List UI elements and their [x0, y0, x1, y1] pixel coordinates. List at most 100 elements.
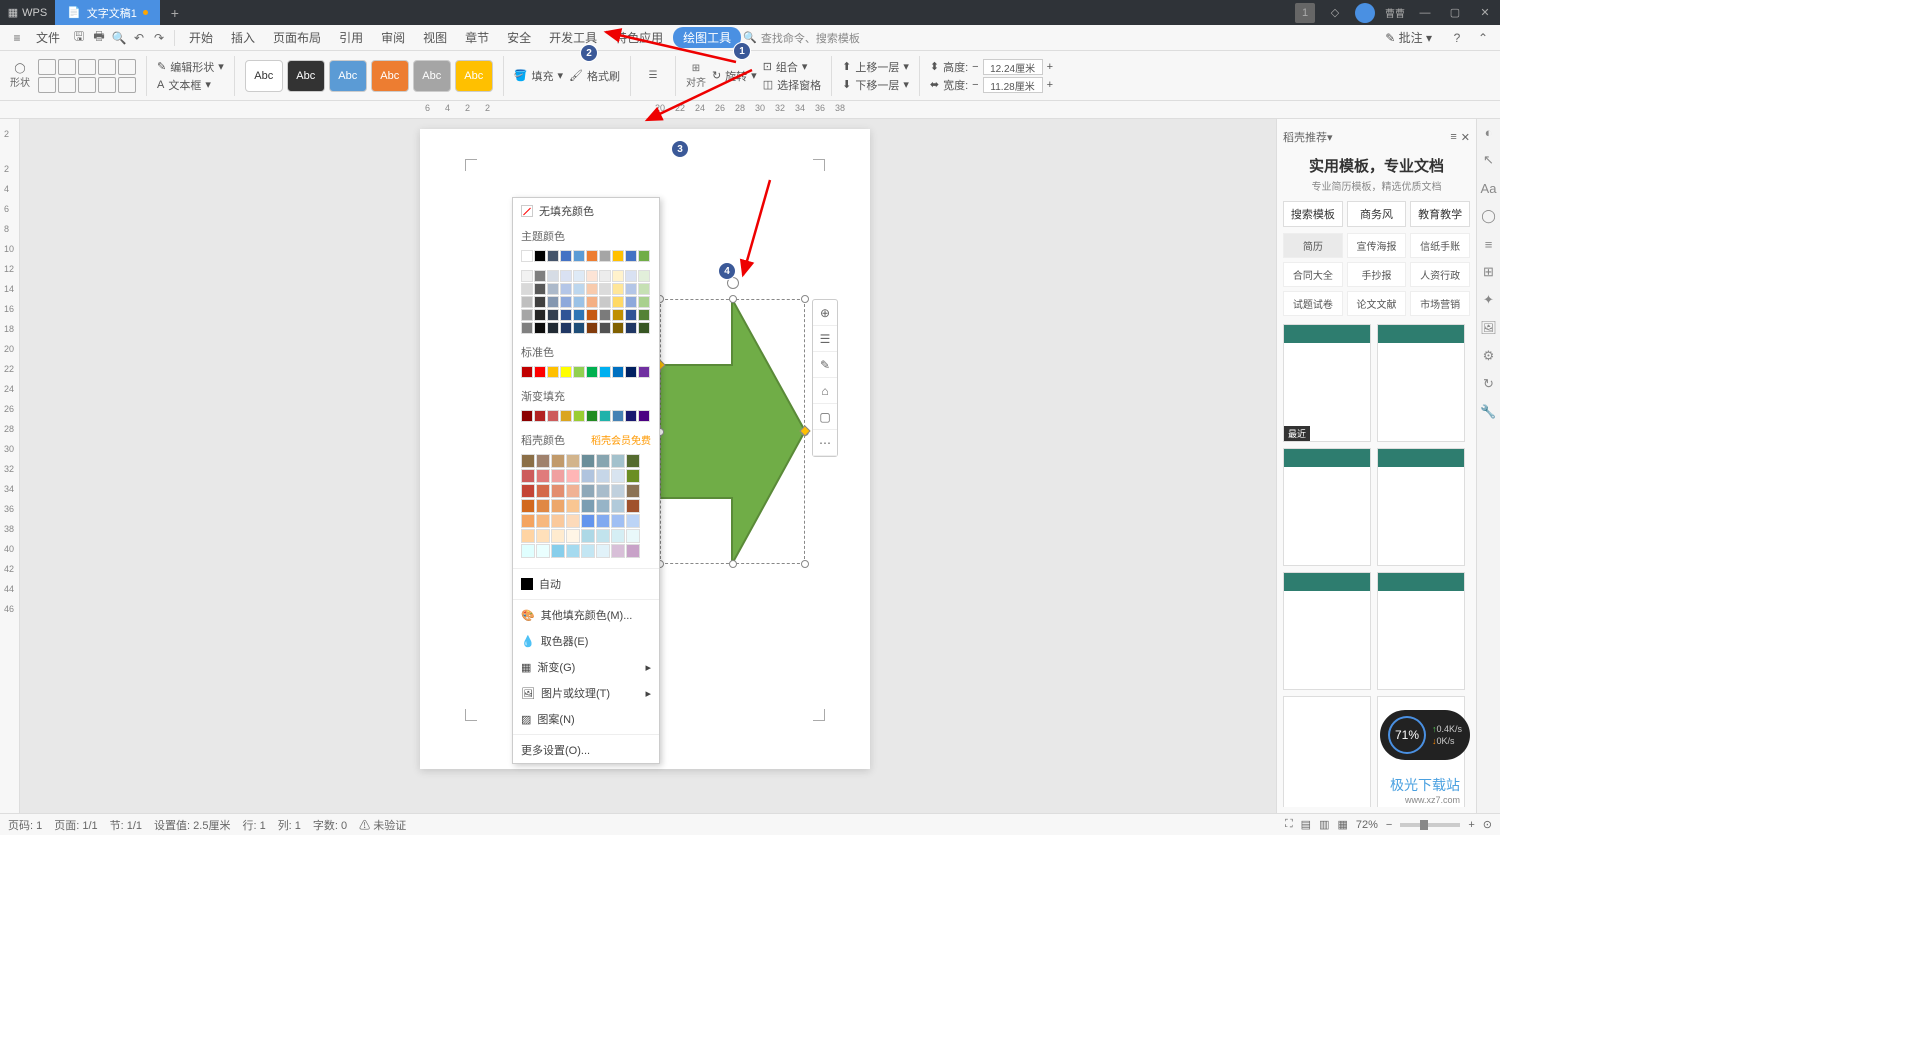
help-icon[interactable]: ?	[1448, 29, 1466, 47]
strip-resource-icon[interactable]: ✦	[1480, 291, 1498, 309]
tag-thesis[interactable]: 论文文献	[1347, 291, 1407, 316]
color-swatch[interactable]	[534, 366, 546, 378]
template-item[interactable]	[1377, 324, 1465, 442]
fill-button[interactable]: 🪣填充 ▾	[514, 68, 563, 84]
style-1[interactable]: Abc	[245, 60, 283, 92]
color-swatch[interactable]	[596, 454, 610, 468]
color-swatch[interactable]	[596, 514, 610, 528]
vertical-ruler[interactable]: 2 2 4 6 8 10 12 14 16 18 20 22 24 26 28 …	[0, 119, 20, 813]
color-swatch[interactable]	[611, 469, 625, 483]
color-swatch[interactable]	[596, 499, 610, 513]
color-swatch[interactable]	[625, 309, 637, 321]
color-swatch[interactable]	[573, 296, 585, 308]
color-swatch[interactable]	[596, 469, 610, 483]
color-swatch[interactable]	[560, 283, 572, 295]
color-swatch[interactable]	[536, 469, 550, 483]
color-swatch[interactable]	[521, 366, 533, 378]
color-swatch[interactable]	[638, 296, 650, 308]
preview-icon[interactable]: 🔍	[110, 29, 128, 47]
color-swatch[interactable]	[586, 270, 598, 282]
collapse-ribbon-icon[interactable]: ⌃	[1474, 29, 1492, 47]
color-swatch[interactable]	[573, 283, 585, 295]
color-swatch[interactable]	[581, 484, 595, 498]
color-swatch[interactable]	[521, 322, 533, 334]
color-swatch[interactable]	[560, 366, 572, 378]
color-swatch[interactable]	[626, 529, 640, 543]
color-swatch[interactable]	[638, 283, 650, 295]
color-swatch[interactable]	[612, 270, 624, 282]
fill-shape-icon[interactable]: ✎	[813, 352, 837, 378]
color-swatch[interactable]	[596, 544, 610, 558]
tab-security[interactable]: 安全	[499, 27, 539, 48]
color-swatch[interactable]	[536, 529, 550, 543]
color-swatch[interactable]	[536, 544, 550, 558]
style-5[interactable]: Abc	[413, 60, 451, 92]
no-fill-option[interactable]: 无填充颜色	[513, 198, 659, 224]
color-swatch[interactable]	[536, 514, 550, 528]
color-swatch[interactable]	[521, 309, 533, 321]
color-swatch[interactable]	[560, 322, 572, 334]
color-swatch[interactable]	[566, 514, 580, 528]
zoom-out-button[interactable]: −	[1386, 819, 1392, 831]
tag-poster2[interactable]: 手抄报	[1347, 262, 1407, 287]
color-swatch[interactable]	[521, 499, 535, 513]
color-swatch[interactable]	[638, 250, 650, 262]
width-control[interactable]: ⬌宽度: − 11.28厘米 +	[930, 77, 1053, 93]
color-swatch[interactable]	[638, 309, 650, 321]
color-swatch[interactable]	[599, 366, 611, 378]
tag-poster[interactable]: 宣传海报	[1347, 233, 1407, 258]
color-swatch[interactable]	[521, 454, 535, 468]
color-swatch[interactable]	[560, 250, 572, 262]
color-swatch[interactable]	[551, 484, 565, 498]
layout-options-icon[interactable]: ⊕	[813, 300, 837, 326]
color-swatch[interactable]	[612, 283, 624, 295]
style-3[interactable]: Abc	[329, 60, 367, 92]
zoom-level[interactable]: 72%	[1356, 819, 1378, 831]
auto-color-option[interactable]: 自动	[513, 571, 659, 597]
tag-hr[interactable]: 人资行政	[1410, 262, 1470, 287]
color-swatch[interactable]	[521, 469, 535, 483]
color-swatch[interactable]	[611, 544, 625, 558]
template-item[interactable]: 最近	[1283, 324, 1371, 442]
tab-business[interactable]: 商务风	[1347, 201, 1407, 227]
eyedropper-option[interactable]: 💧取色器(E)	[513, 628, 659, 654]
group-button[interactable]: ⊡组合 ▾	[763, 59, 821, 75]
color-swatch[interactable]	[581, 454, 595, 468]
strip-shape-icon[interactable]: ◯	[1480, 207, 1498, 225]
color-swatch[interactable]	[581, 514, 595, 528]
print-icon[interactable]: 🖶	[90, 29, 108, 47]
color-swatch[interactable]	[611, 514, 625, 528]
color-swatch[interactable]	[560, 309, 572, 321]
color-swatch[interactable]	[547, 270, 559, 282]
color-swatch[interactable]	[626, 544, 640, 558]
status-line[interactable]: 行: 1	[242, 817, 265, 833]
tab-layout[interactable]: 页面布局	[265, 27, 329, 48]
skin-icon[interactable]: ◇	[1325, 3, 1345, 23]
color-swatch[interactable]	[560, 410, 572, 422]
color-swatch[interactable]	[573, 410, 585, 422]
color-swatch[interactable]	[586, 309, 598, 321]
width-input[interactable]: 11.28厘米	[983, 77, 1043, 93]
color-swatch[interactable]	[638, 322, 650, 334]
color-swatch[interactable]	[599, 283, 611, 295]
notification-badge[interactable]: 1	[1295, 3, 1315, 23]
color-swatch[interactable]	[586, 296, 598, 308]
color-swatch[interactable]	[599, 410, 611, 422]
new-tab-button[interactable]: +	[160, 5, 190, 21]
more-settings-option[interactable]: 更多设置(O)...	[513, 737, 659, 763]
color-swatch[interactable]	[534, 309, 546, 321]
color-swatch[interactable]	[625, 283, 637, 295]
picture-texture-option[interactable]: 🖼图片或纹理(T)▸	[513, 680, 659, 706]
color-swatch[interactable]	[551, 469, 565, 483]
color-swatch[interactable]	[626, 454, 640, 468]
app-menu-icon[interactable]: ≡	[8, 29, 26, 47]
format-painter-button[interactable]: 🖌格式刷	[569, 68, 620, 84]
status-col[interactable]: 列: 1	[278, 817, 301, 833]
color-swatch[interactable]	[547, 309, 559, 321]
strip-image-icon[interactable]: 🖼	[1480, 319, 1498, 337]
color-swatch[interactable]	[521, 283, 533, 295]
color-swatch[interactable]	[625, 270, 637, 282]
tab-view[interactable]: 视图	[415, 27, 455, 48]
color-swatch[interactable]	[581, 529, 595, 543]
color-swatch[interactable]	[599, 309, 611, 321]
